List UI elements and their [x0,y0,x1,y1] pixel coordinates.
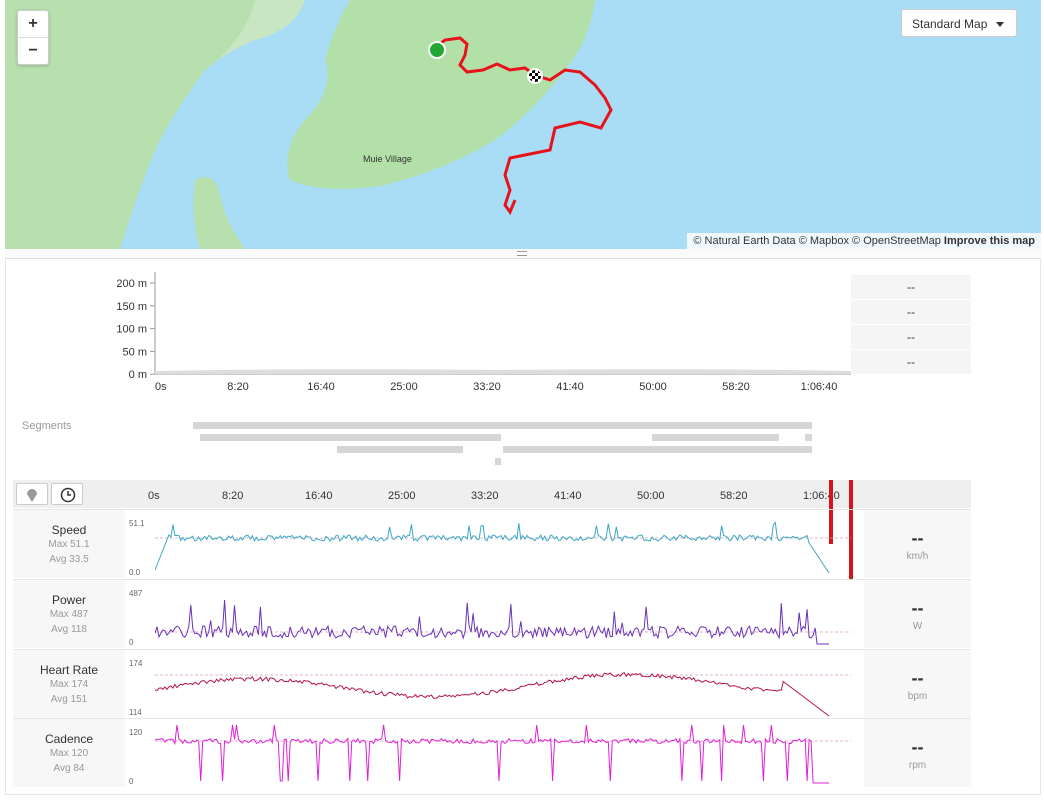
segment-bar[interactable] [503,446,812,453]
segment-bar[interactable] [193,422,812,429]
metric-current: -- [911,737,924,757]
metric-label: Power Max 487 Avg 118 [13,580,125,648]
metric-avg: Avg 33.5 [49,554,89,565]
timeline-x-tick: 0s [148,490,160,502]
location-pin-icon [27,489,37,502]
timeline-x-tick: 41:40 [554,490,582,502]
metric-ymin: 114 [129,708,142,717]
finish-marker[interactable] [527,68,543,84]
segment-bar[interactable] [495,458,501,465]
elevation-x-tick: 8:20 [227,381,248,393]
metric-unit: bpm [907,691,928,702]
elevation-x-tick: 50:00 [639,381,667,393]
metric-ymax: 51.1 [129,519,145,528]
metric-name: Power [51,593,86,607]
metric-name: Heart Rate [39,663,99,677]
metric-ymin: 0.0 [129,568,141,577]
timeline-x-tick: 16:40 [305,490,333,502]
metric-max: Max 120 [49,748,89,759]
caret-down-icon [996,22,1004,27]
clock-icon [60,487,76,503]
metric-value: -- km/h [864,510,971,578]
elevation-stat-3: -- [851,325,971,349]
metric-avg: Avg 151 [50,694,88,705]
map-canvas [5,0,613,249]
elevation-y-tick: 0 m [129,369,147,381]
elevation-y-tick: 50 m [123,346,147,358]
metric-unit: km/h [906,551,929,562]
metric-max: Max 487 [49,609,89,620]
segment-bar[interactable] [805,434,812,441]
map-style-label: Standard Map [912,17,988,31]
distance-toggle-button[interactable] [16,483,48,505]
map-attribution: © Natural Earth Data © Mapbox © OpenStre… [687,233,1041,249]
elevation-x-tick: 0s [155,381,167,393]
metric-ymin: 0 [129,777,134,786]
metric-trace[interactable] [155,650,851,718]
elevation-stat-2: -- [851,300,971,324]
elevation-stat-4: -- [851,350,971,374]
elevation-y-tick: 200 m [116,278,147,290]
metric-value: -- rpm [864,719,971,787]
metric-name: Cadence [44,732,94,746]
metric-value: -- W [864,580,971,648]
metric-label: Cadence Max 120 Avg 84 [13,719,125,787]
grip-icon [517,251,527,256]
zoom-in-button[interactable]: + [18,11,48,37]
metric-current: -- [911,668,924,688]
metric-ymin: 0 [129,638,134,647]
metric-ymax: 174 [129,659,143,668]
map-style-select[interactable]: Standard Map [901,9,1017,37]
metric-unit: W [912,621,923,632]
elevation-stat-1: -- [851,275,971,299]
elevation-x-tick: 58:20 [722,381,750,393]
metric-max: Max 174 [49,679,89,690]
timeline-x-tick: 50:00 [637,490,665,502]
metric-avg: Avg 118 [51,624,87,635]
zoom-out-button[interactable]: − [18,37,48,64]
timeline-x-tick: 33:20 [471,490,499,502]
metric-row-power[interactable]: Power Max 487 Avg 118 487 0 -- W [13,579,971,648]
timeline-x-tick: 8:20 [222,490,244,502]
metric-trace[interactable] [155,510,851,578]
start-marker[interactable] [428,41,446,59]
metric-max: Max 51.1 [48,539,90,550]
metric-current: -- [911,528,924,548]
metric-current: -- [911,598,924,618]
elevation-x-tick: 25:00 [390,381,418,393]
segments-label: Segments [22,420,72,432]
elevation-x-tick: 16:40 [307,381,335,393]
route-map[interactable]: Muie Village + − Standard Map © Natural … [5,0,1041,249]
improve-map-link[interactable]: Improve this map [944,235,1035,247]
zoom-control: + − [17,10,49,65]
time-toggle-button[interactable] [51,483,83,505]
elevation-x-tick: 41:40 [556,381,584,393]
metric-label: Heart Rate Max 174 Avg 151 [13,650,125,718]
metric-ymax: 120 [129,728,143,737]
elevation-x-tick: 1:06:40 [801,381,838,393]
metric-row-speed[interactable]: Speed Max 51.1 Avg 33.5 51.1 0.0 -- km/h [13,509,971,578]
metric-value: -- bpm [864,650,971,718]
timeline-x-tick: 1:06:40 [803,490,840,502]
attribution-text: © Natural Earth Data © Mapbox © OpenStre… [693,235,941,247]
metric-name: Speed [51,523,87,537]
metric-unit: rpm [908,760,927,771]
metric-row-heart-rate[interactable]: Heart Rate Max 174 Avg 151 174 114 -- bpm [13,649,971,718]
map-label-village: Muie Village [363,154,412,164]
elevation-x-tick: 33:20 [473,381,501,393]
segment-bar[interactable] [200,434,501,441]
metric-avg: Avg 84 [53,763,85,774]
metric-trace[interactable] [155,719,851,787]
metric-label: Speed Max 51.1 Avg 33.5 [13,510,125,578]
timeline-x-tick: 25:00 [388,490,416,502]
elevation-y-tick: 150 m [116,301,147,313]
metric-trace[interactable] [155,580,851,648]
metric-ymax: 487 [129,589,143,598]
metric-row-cadence[interactable]: Cadence Max 120 Avg 84 120 0 -- rpm [13,718,971,787]
elevation-y-tick: 100 m [116,324,147,336]
segment-bar[interactable] [337,446,463,453]
segment-bar[interactable] [652,434,779,441]
timeline-x-tick: 58:20 [720,490,748,502]
